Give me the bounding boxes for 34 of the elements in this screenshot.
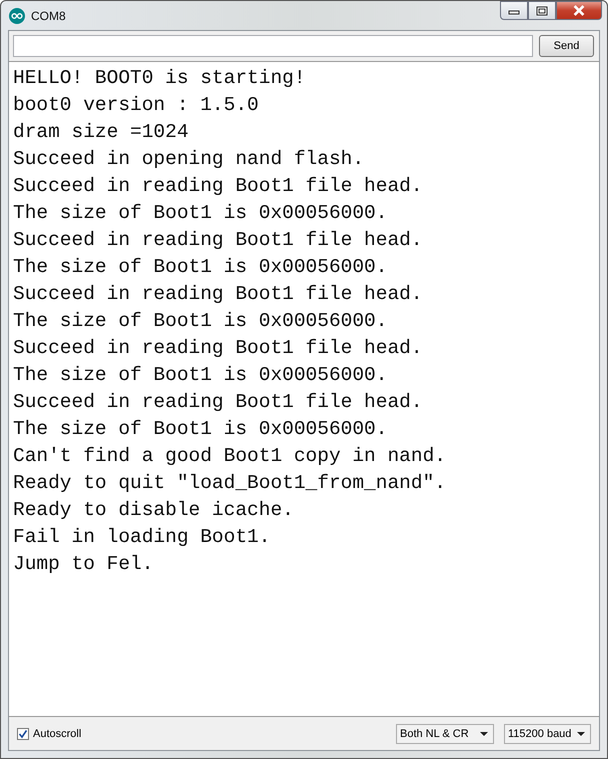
output-line: Jump to Fel. xyxy=(13,552,154,577)
output-line: The size of Boot1 is 0x00056000. xyxy=(13,201,388,226)
caret-icon xyxy=(577,732,585,736)
input-field[interactable] xyxy=(13,35,533,57)
output-line: Ready to quit "load_Boot1_from_nand". xyxy=(13,471,447,496)
output-line: Ready to disable icache. xyxy=(13,498,295,523)
maximize-icon xyxy=(536,6,548,16)
output-line: The size of Boot1 is 0x00056000. xyxy=(13,363,388,388)
baud-rate-dropdown[interactable]: 115200 baud xyxy=(504,724,591,744)
output-line: Succeed in reading Boot1 file head. xyxy=(13,336,424,361)
output-line: dram size =1024 xyxy=(13,120,190,145)
output-line: Can't find a good Boot1 copy in nand. xyxy=(13,444,447,469)
output-line: Succeed in reading Boot1 file head. xyxy=(13,174,424,199)
line-ending-dropdown[interactable]: Both NL & CR xyxy=(396,724,494,744)
output-line: The size of Boot1 is 0x00056000. xyxy=(13,417,388,442)
output-line: Fail in loading Boot1. xyxy=(13,525,272,550)
close-icon xyxy=(572,5,586,16)
window-title: COM8 xyxy=(31,8,66,22)
output-line: Succeed in reading Boot1 file head. xyxy=(13,228,424,253)
output-line: Succeed in reading Boot1 file head. xyxy=(13,390,424,415)
output-line: boot0 version : 1.5.0 xyxy=(13,93,260,118)
minimize-button[interactable] xyxy=(500,1,528,20)
output-line: The size of Boot1 is 0x00056000. xyxy=(13,255,388,280)
output-line: HELLO! BOOT0 is starting! xyxy=(13,66,307,91)
output-line: Succeed in reading Boot1 file head. xyxy=(13,282,424,307)
close-button[interactable] xyxy=(556,1,602,20)
autoscroll-checkbox[interactable] xyxy=(17,728,29,740)
maximize-button[interactable] xyxy=(528,1,556,20)
send-button[interactable]: Send xyxy=(539,35,594,57)
caret-icon xyxy=(480,732,488,736)
output-line: Succeed in opening nand flash. xyxy=(13,147,366,172)
app-logo-icon xyxy=(9,8,25,24)
autoscroll-label: Autoscroll xyxy=(33,728,82,740)
output-line: The size of Boot1 is 0x00056000. xyxy=(13,309,388,334)
